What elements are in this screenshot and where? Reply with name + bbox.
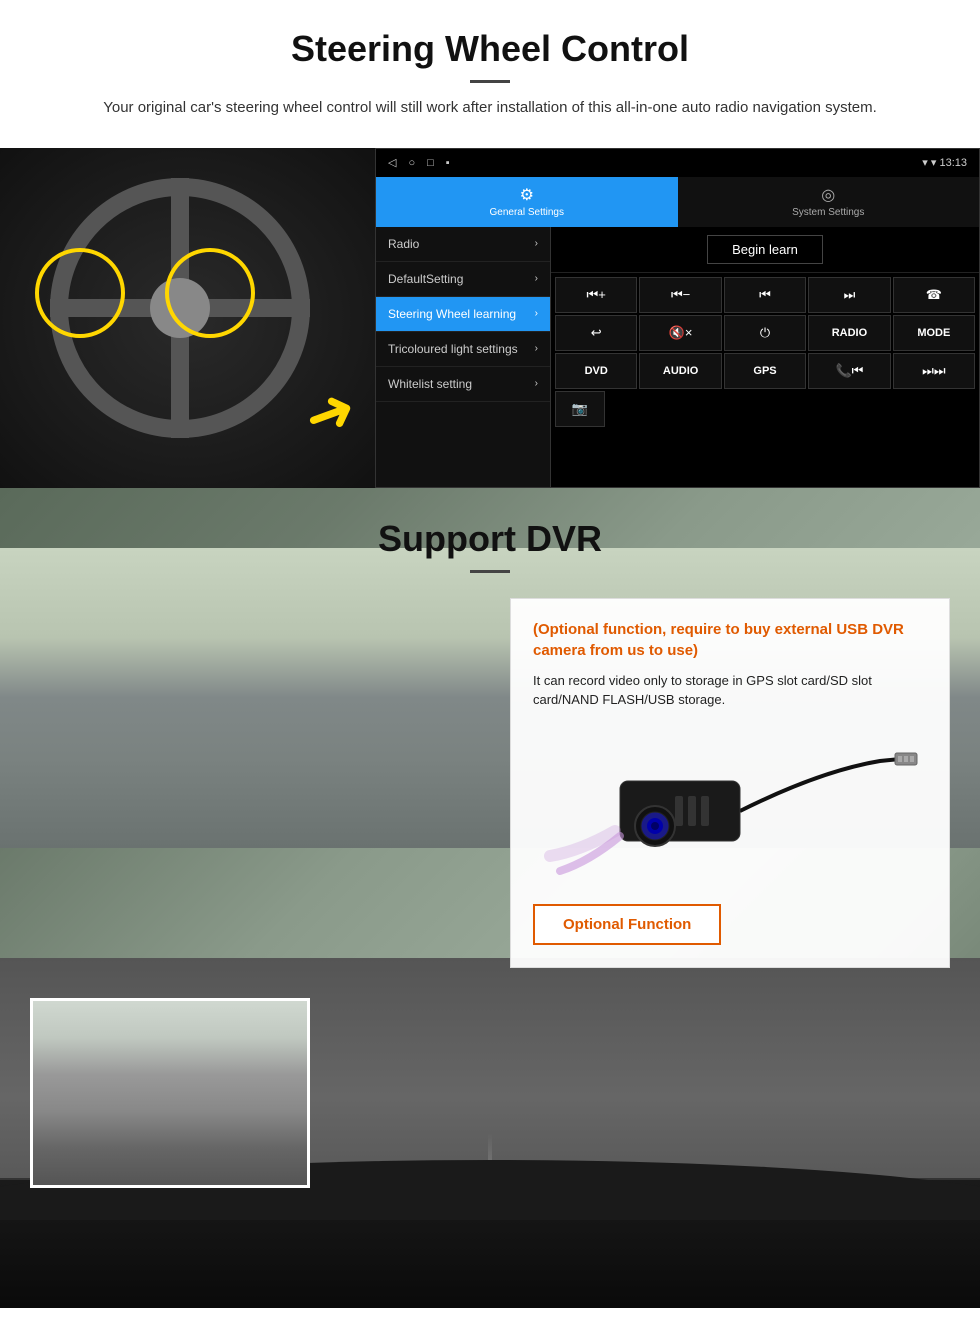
ctrl-dvd[interactable]: DVD xyxy=(555,353,637,389)
menu-defaultsetting-label: DefaultSetting xyxy=(388,272,463,286)
menu-whitelist-label: Whitelist setting xyxy=(388,377,472,391)
ctrl-prev[interactable]: ⏮ xyxy=(724,277,806,313)
chevron-defaultsetting-icon: › xyxy=(535,273,538,284)
dvr-info-title: (Optional function, require to buy exter… xyxy=(533,619,927,661)
optional-function-button[interactable]: Optional Function xyxy=(533,904,721,945)
dvr-camera-product xyxy=(533,726,927,886)
chevron-tricolour-icon: › xyxy=(535,343,538,354)
control-grid: ⏮+ ⏮− ⏮ ⏭ ☎ ↩ 🔇× ⏻ RADIO MODE xyxy=(551,273,979,431)
android-menu: Radio › DefaultSetting › Steering Wheel … xyxy=(376,227,979,487)
chevron-radio-icon: › xyxy=(535,238,538,249)
dvr-info-card: (Optional function, require to buy exter… xyxy=(510,598,950,968)
tab-general-label: General Settings xyxy=(490,207,565,218)
menu-item-whitelist[interactable]: Whitelist setting › xyxy=(376,367,550,402)
ctrl-vol-up[interactable]: ⏮+ xyxy=(555,277,637,313)
android-statusbar: ◁ ○ □ ▪ ▾ ▾ 13:13 xyxy=(376,149,979,177)
section1-subtitle: Your original car's steering wheel contr… xyxy=(80,97,900,120)
chevron-swlearning-icon: › xyxy=(535,308,538,319)
ctrl-radio[interactable]: RADIO xyxy=(808,315,890,351)
sw-photo-inner: ➜ xyxy=(0,148,375,488)
menu-swlearning-label: Steering Wheel learning xyxy=(388,307,516,321)
car-dashboard xyxy=(0,1178,980,1308)
nav-recents-icon[interactable]: □ xyxy=(427,157,434,169)
dvr-section: Support DVR (Optional function, require … xyxy=(0,488,980,1308)
ctrl-mode[interactable]: MODE xyxy=(893,315,975,351)
sw-highlight-right xyxy=(165,248,255,338)
ctrl-gps[interactable]: GPS xyxy=(724,353,806,389)
ctrl-back[interactable]: ↩ xyxy=(555,315,637,351)
control-row-3: DVD AUDIO GPS 📞⏮ ⏭⏭ xyxy=(555,353,975,389)
section1-title-area: Steering Wheel Control Your original car… xyxy=(0,0,980,148)
chevron-whitelist-icon: › xyxy=(535,378,538,389)
statusbar-time: ▾ ▾ 13:13 xyxy=(922,156,967,169)
ctrl-mute[interactable]: 🔇× xyxy=(639,315,721,351)
menu-left: Radio › DefaultSetting › Steering Wheel … xyxy=(376,227,551,487)
control-row-1: ⏮+ ⏮− ⏮ ⏭ ☎ xyxy=(555,277,975,313)
begin-learn-row: Begin learn xyxy=(551,227,979,273)
dvr-info-text: It can record video only to storage in G… xyxy=(533,671,927,710)
dvr-divider xyxy=(470,570,510,573)
menu-item-tricolour[interactable]: Tricoloured light settings › xyxy=(376,332,550,367)
tab-system-label: System Settings xyxy=(792,207,864,218)
signal-icon: ▾ xyxy=(922,157,928,169)
begin-learn-button[interactable]: Begin learn xyxy=(707,235,823,264)
ctrl-phone[interactable]: ☎ xyxy=(893,277,975,313)
android-ui-panel: ◁ ○ □ ▪ ▾ ▾ 13:13 ⚙ General Settings xyxy=(375,148,980,488)
dvr-camera-svg xyxy=(540,731,920,881)
nav-home-icon[interactable]: ○ xyxy=(408,157,415,169)
dvr-title-area: Support DVR xyxy=(0,488,980,583)
control-row-2: ↩ 🔇× ⏻ RADIO MODE xyxy=(555,315,975,351)
sw-highlight-left xyxy=(35,248,125,338)
menu-right: Begin learn ⏮+ ⏮− ⏮ ⏭ ☎ ↩ xyxy=(551,227,979,487)
ctrl-next[interactable]: ⏭ xyxy=(808,277,890,313)
menu-tricolour-label: Tricoloured light settings xyxy=(388,342,518,356)
system-settings-icon: ◎ xyxy=(821,185,835,205)
section1-divider xyxy=(470,80,510,83)
dvr-title: Support DVR xyxy=(0,518,980,560)
ctrl-phone-prev[interactable]: 📞⏮ xyxy=(808,353,890,389)
menu-item-defaultsetting[interactable]: DefaultSetting › xyxy=(376,262,550,297)
android-tabs: ⚙ General Settings ◎ System Settings xyxy=(376,177,979,227)
ctrl-audio[interactable]: AUDIO xyxy=(639,353,721,389)
dvr-thumbnail xyxy=(30,998,310,1188)
statusbar-nav: ◁ ○ □ ▪ xyxy=(388,156,450,169)
ctrl-next2[interactable]: ⏭⏭ xyxy=(893,353,975,389)
menu-item-sw-learning[interactable]: Steering Wheel learning › xyxy=(376,297,550,332)
nav-back-icon[interactable]: ◁ xyxy=(388,156,396,169)
status-time: 13:13 xyxy=(939,157,967,169)
ctrl-power[interactable]: ⏻ xyxy=(724,315,806,351)
tab-system-settings[interactable]: ◎ System Settings xyxy=(678,177,980,227)
dvr-thumb-image xyxy=(33,1001,307,1185)
control-row-4: 📷 xyxy=(555,391,975,427)
general-settings-icon: ⚙ xyxy=(520,185,534,205)
menu-item-radio[interactable]: Radio › xyxy=(376,227,550,262)
steering-wheel-content: ➜ ◁ ○ □ ▪ ▾ ▾ 13:13 xyxy=(0,148,980,488)
menu-radio-label: Radio xyxy=(388,237,419,251)
nav-extra-icon[interactable]: ▪ xyxy=(446,157,450,169)
sw-arrow-icon: ➜ xyxy=(294,371,365,454)
tab-general-settings[interactable]: ⚙ General Settings xyxy=(376,177,678,227)
steering-wheel-section: Steering Wheel Control Your original car… xyxy=(0,0,980,488)
ctrl-camera[interactable]: 📷 xyxy=(555,391,605,427)
steering-wheel-photo: ➜ xyxy=(0,148,375,488)
section1-title: Steering Wheel Control xyxy=(40,28,940,70)
ctrl-vol-down[interactable]: ⏮− xyxy=(639,277,721,313)
